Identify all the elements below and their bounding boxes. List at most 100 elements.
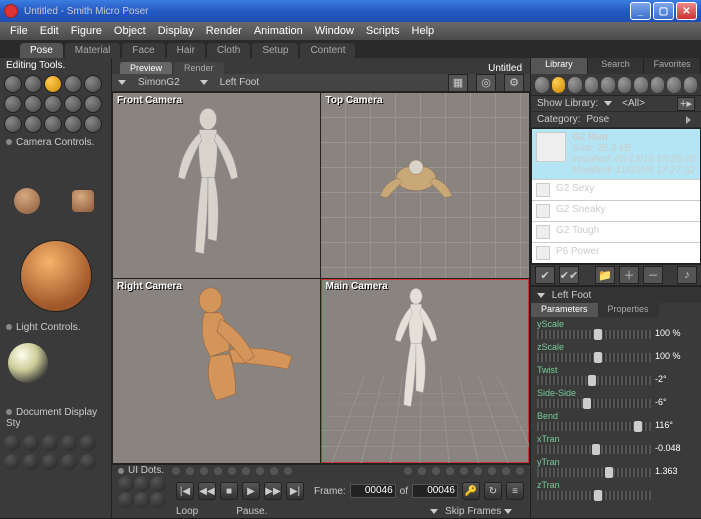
- figure-select[interactable]: SimonG2: [138, 77, 180, 88]
- tool-color[interactable]: [24, 95, 42, 113]
- style-ball[interactable]: [4, 435, 20, 451]
- library-item[interactable]: G2 Tough: [532, 222, 700, 243]
- style-ball[interactable]: [23, 454, 39, 470]
- tool-scale[interactable]: [64, 75, 82, 93]
- tool-misc2[interactable]: [84, 115, 102, 133]
- show-library-value[interactable]: <All>: [622, 98, 645, 109]
- param-nub[interactable]: [634, 421, 642, 432]
- style-ball[interactable]: [23, 435, 39, 451]
- param-dial[interactable]: zScale100 %: [537, 342, 695, 362]
- style-ball[interactable]: [42, 435, 58, 451]
- tool-eyedrop[interactable]: [24, 115, 42, 133]
- param-value[interactable]: -0.048: [655, 443, 693, 453]
- param-nub[interactable]: [583, 398, 591, 409]
- param-value[interactable]: 100 %: [655, 328, 693, 338]
- param-dial[interactable]: yScale100 %: [537, 319, 695, 339]
- param-slider[interactable]: 100 %: [537, 330, 651, 339]
- room-tab-cloth[interactable]: Cloth: [207, 43, 250, 58]
- light-trackball[interactable]: [8, 343, 48, 383]
- tool-direct[interactable]: [44, 115, 62, 133]
- param-nub[interactable]: [594, 490, 602, 501]
- param-value[interactable]: 1.363: [655, 466, 693, 476]
- param-dial[interactable]: Bend116°: [537, 411, 695, 431]
- library-item[interactable]: G2 Sneaky: [532, 201, 700, 222]
- param-nub[interactable]: [592, 444, 600, 455]
- param-tab-parameters[interactable]: Parameters: [531, 303, 598, 317]
- libcat-scenes-icon[interactable]: [684, 77, 698, 93]
- param-slider[interactable]: -6°: [537, 399, 651, 408]
- doc-tab-preview[interactable]: Preview: [120, 62, 172, 74]
- param-dial[interactable]: zTran: [537, 480, 695, 500]
- param-slider[interactable]: -0.048: [537, 445, 651, 454]
- last-frame-button[interactable]: ▶|: [286, 482, 304, 500]
- libcat-props-icon[interactable]: [618, 77, 632, 93]
- param-slider[interactable]: 1.363: [537, 468, 651, 477]
- new-folder-button[interactable]: 📁: [595, 266, 615, 284]
- add-runtime-button[interactable]: +▸: [677, 97, 695, 111]
- style-ball[interactable]: [42, 454, 58, 470]
- param-dial[interactable]: Side-Side-6°: [537, 388, 695, 408]
- window-maximize-button[interactable]: ▢: [653, 2, 674, 20]
- tool-chain[interactable]: [4, 95, 22, 113]
- key-toggle[interactable]: 🔑: [462, 482, 480, 500]
- doc-tab-render[interactable]: Render: [174, 62, 224, 74]
- viewport-layout-btn[interactable]: ▦: [448, 74, 468, 92]
- camera-controls[interactable]: [0, 150, 111, 320]
- libcat-cameras-icon[interactable]: [651, 77, 665, 93]
- param-value[interactable]: 100 %: [655, 351, 693, 361]
- actor-menu-icon[interactable]: [200, 80, 208, 85]
- tool-magnet[interactable]: [84, 95, 102, 113]
- param-value[interactable]: 116°: [655, 420, 693, 430]
- menu-file[interactable]: File: [4, 25, 34, 37]
- param-dial[interactable]: yTran1.363: [537, 457, 695, 477]
- category-row[interactable]: Category: Pose: [531, 112, 701, 128]
- menu-animation[interactable]: Animation: [248, 25, 309, 37]
- camera-trackball[interactable]: [20, 240, 92, 312]
- skip-frames-label[interactable]: Skip Frames: [430, 506, 516, 517]
- libcat-hands-icon[interactable]: [601, 77, 615, 93]
- category-value[interactable]: Pose: [586, 114, 609, 125]
- libcat-lights-icon[interactable]: [634, 77, 648, 93]
- menu-render[interactable]: Render: [200, 25, 248, 37]
- libcat-figures-icon[interactable]: [535, 77, 549, 93]
- viewport-main[interactable]: Main Camera: [321, 279, 529, 464]
- remove-item-button[interactable]: －: [643, 266, 663, 284]
- library-item[interactable]: G2 Run Size: 25.3 kB Installed: 05/13/10…: [532, 129, 700, 180]
- tool-morph[interactable]: [64, 95, 82, 113]
- library-list[interactable]: G2 Run Size: 25.3 kB Installed: 05/13/10…: [531, 128, 701, 264]
- next-frame-button[interactable]: ▶▶: [264, 482, 282, 500]
- tool-misc1[interactable]: [64, 115, 82, 133]
- style-ball[interactable]: [61, 454, 77, 470]
- light-controls[interactable]: [0, 335, 111, 405]
- stop-button[interactable]: ■: [220, 482, 238, 500]
- render-settings-btn[interactable]: ⚙: [504, 74, 524, 92]
- tool-group[interactable]: [4, 115, 22, 133]
- window-close-button[interactable]: ✕: [676, 2, 697, 20]
- menu-figure[interactable]: Figure: [65, 25, 108, 37]
- menu-scripts[interactable]: Scripts: [360, 25, 406, 37]
- menu-object[interactable]: Object: [108, 25, 152, 37]
- window-minimize-button[interactable]: _: [630, 2, 651, 20]
- param-nub[interactable]: [588, 375, 596, 386]
- libcat-poses-icon[interactable]: [552, 77, 566, 93]
- favorite-button[interactable]: ♪: [677, 266, 697, 284]
- param-part-label[interactable]: Left Foot: [552, 290, 591, 301]
- style-ball[interactable]: [80, 454, 96, 470]
- viewport-top[interactable]: Top Camera: [321, 93, 529, 278]
- tracking-btn[interactable]: ◎: [476, 74, 496, 92]
- tool-translate[interactable]: [44, 75, 62, 93]
- first-frame-button[interactable]: |◀: [176, 482, 194, 500]
- play-button[interactable]: ▶: [242, 482, 260, 500]
- param-slider[interactable]: -2°: [537, 376, 651, 385]
- room-tab-hair[interactable]: Hair: [167, 43, 205, 58]
- room-tab-face[interactable]: Face: [122, 43, 164, 58]
- style-ball[interactable]: [4, 454, 20, 470]
- param-value[interactable]: -2°: [655, 374, 693, 384]
- figure-menu-icon[interactable]: [118, 80, 126, 85]
- style-ball[interactable]: [80, 435, 96, 451]
- total-frames-field[interactable]: 00046: [412, 484, 458, 498]
- library-item[interactable]: G2 Sexy: [532, 180, 700, 201]
- param-dial[interactable]: Twist-2°: [537, 365, 695, 385]
- tool-view[interactable]: [44, 95, 62, 113]
- apply-all-button[interactable]: ✔✔: [559, 266, 579, 284]
